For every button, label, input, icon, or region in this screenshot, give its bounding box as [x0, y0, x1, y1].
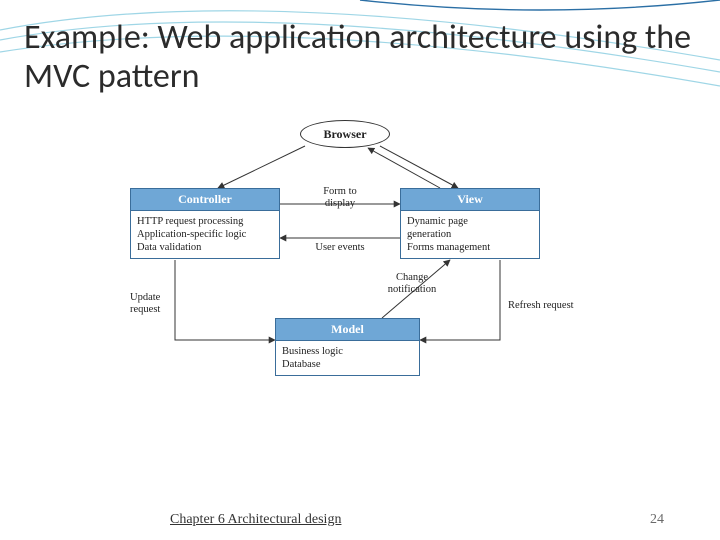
slide-title: Example: Web application architecture us…: [24, 18, 694, 96]
node-model-body: Business logic Database: [275, 341, 420, 376]
node-controller: Controller HTTP request processing Appli…: [130, 188, 280, 259]
mvc-diagram: Browser Controller HTTP request processi…: [110, 120, 610, 450]
node-controller-title: Controller: [130, 188, 280, 211]
node-controller-body: HTTP request processing Application-spec…: [130, 211, 280, 259]
node-model: Model Business logic Database: [275, 318, 420, 376]
node-browser-label: Browser: [323, 127, 366, 142]
node-view: View Dynamic page generation Forms manag…: [400, 188, 540, 259]
node-view-body: Dynamic page generation Forms management: [400, 211, 540, 259]
edge-label-user-events: User events: [305, 242, 375, 254]
node-model-title: Model: [275, 318, 420, 341]
node-browser: Browser: [300, 120, 390, 148]
footer-chapter: Chapter 6 Architectural design: [170, 512, 341, 528]
edge-label-form-to-display: Form to display: [305, 186, 375, 210]
diagram-arrows: [110, 120, 610, 450]
edge-label-refresh-request: Refresh request: [508, 300, 598, 312]
edge-label-update-request: Update request: [130, 292, 190, 316]
edge-label-change-notification: Change notification: [372, 272, 452, 296]
node-view-title: View: [400, 188, 540, 211]
footer-page-number: 24: [650, 512, 664, 528]
